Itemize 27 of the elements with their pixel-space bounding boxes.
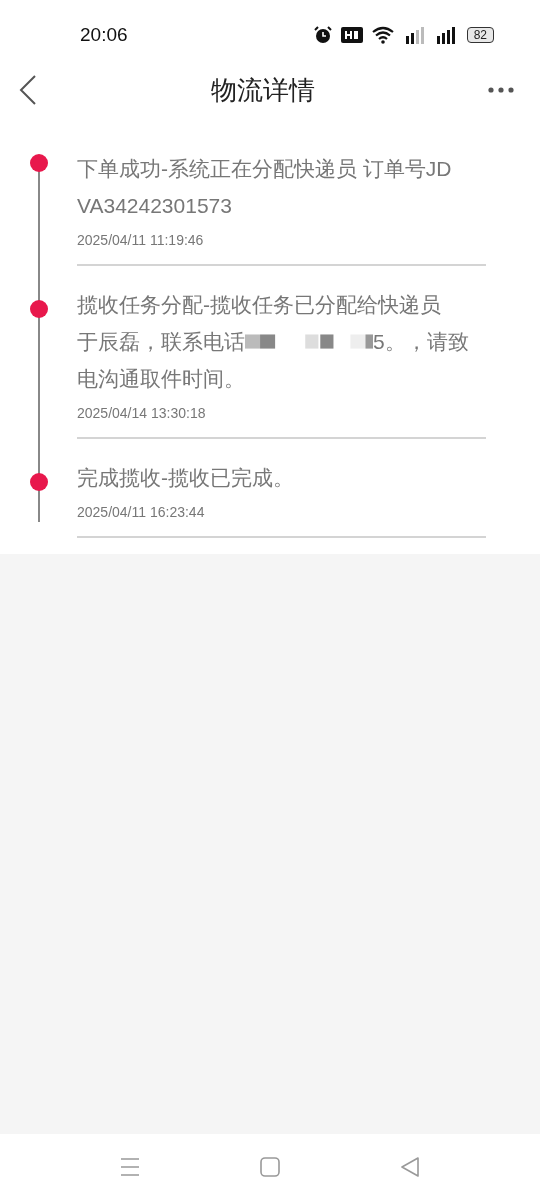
event-time: 2025/04/11 16:23:44 (77, 504, 206, 520)
status-time: 20:06 (80, 24, 128, 46)
event-time: 2025/04/11 11:19:46 (77, 232, 205, 248)
timeline-dot (30, 300, 48, 318)
timeline-dot (30, 473, 48, 491)
page-title: 物流详情 (211, 73, 315, 107)
timeline-dot (30, 154, 48, 172)
event-description: VA34242301573 (77, 193, 232, 219)
wifi-icon (371, 26, 396, 44)
event-description: 于辰磊，联系电话 (77, 329, 245, 355)
back-icon (18, 74, 38, 106)
signal-icon (404, 26, 427, 44)
signal-icon (435, 26, 458, 44)
event-description: 完成揽收-揽收已完成。 (77, 465, 294, 491)
event-description: 下单成功-系统正在分配快递员 订单号JD (77, 156, 452, 182)
more-icon (488, 87, 514, 93)
menu-icon[interactable] (120, 1157, 140, 1177)
event-description: 电沟通取件时间。 (77, 366, 245, 392)
battery-level: 82 (466, 27, 494, 43)
back-icon[interactable] (400, 1157, 420, 1177)
redaction-icon (245, 331, 373, 352)
event-description: 揽收任务分配-揽收任务已分配给快递员 (77, 292, 441, 318)
hd-icon (340, 27, 363, 43)
home-icon[interactable] (260, 1157, 280, 1177)
event-time: 2025/04/14 13:30:18 (77, 405, 207, 421)
alarm-clock-icon (313, 26, 332, 44)
event-description: 5。，请致 (373, 329, 469, 355)
